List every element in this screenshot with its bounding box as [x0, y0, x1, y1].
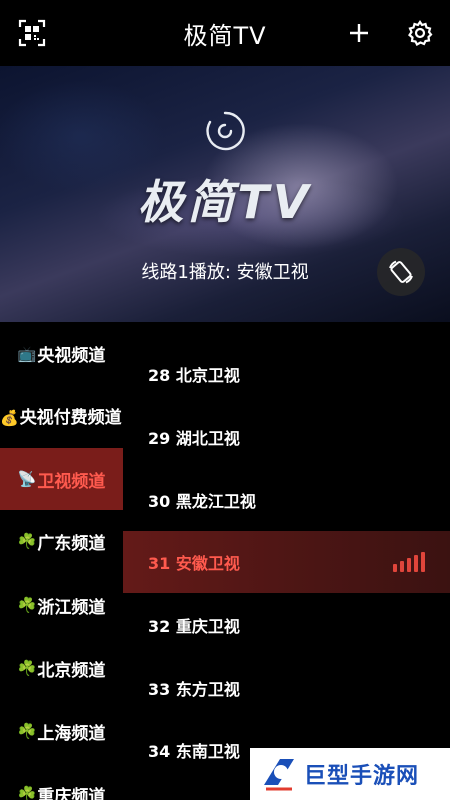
category-item[interactable]: ☘️ 上海频道	[0, 700, 123, 762]
clover-icon: ☘️	[17, 659, 37, 677]
channel-label: 30 黑龙江卫视	[148, 492, 256, 511]
category-label: 上海频道	[37, 723, 106, 744]
tv-icon: 📺	[17, 344, 37, 363]
money-bag-icon: 💰	[0, 409, 19, 427]
gear-icon[interactable]	[404, 17, 436, 49]
clover-icon: ☘️	[17, 785, 37, 800]
channel-label: 31 安徽卫视	[148, 554, 240, 573]
category-item[interactable]: 💰央视付费频道	[0, 385, 123, 451]
playing-bars-icon	[393, 552, 425, 572]
category-label: 卫视频道	[37, 471, 106, 492]
channel-label: 33 东方卫视	[148, 680, 240, 699]
video-player[interactable]: 极简TV 线路1播放: 安徽卫视	[0, 66, 450, 322]
qr-scan-icon[interactable]	[16, 17, 48, 49]
category-label: 广东频道	[37, 533, 106, 554]
channel-item[interactable]: 32 重庆卫视	[123, 594, 450, 656]
channel-item[interactable]: 29 湖北卫视	[123, 406, 450, 468]
watermark-text: 巨型手游网	[304, 764, 420, 789]
category-item[interactable]: ☘️ 广东频道	[0, 510, 123, 572]
category-label: 重庆频道	[37, 786, 106, 800]
category-item[interactable]: ☘️ 浙江频道	[0, 574, 123, 636]
category-label: 北京频道	[37, 660, 106, 681]
watermark-badge: 巨型手游网	[250, 748, 450, 800]
category-label: 央视频道	[37, 346, 106, 366]
plus-icon[interactable]	[343, 17, 375, 49]
clover-icon: ☘️	[17, 596, 37, 614]
top-bar: 极简TV	[0, 0, 450, 66]
channel-item[interactable]: 28 北京卫视	[123, 343, 450, 405]
satellite-icon: 📡	[17, 470, 37, 488]
clover-icon: ☘️	[17, 532, 37, 550]
app-logo-icon	[206, 111, 245, 151]
channel-label: 34 东南卫视	[148, 742, 240, 761]
channel-label: 28 北京卫视	[148, 366, 240, 385]
screen-rotate-icon	[389, 260, 413, 284]
category-label: 央视付费频道	[19, 408, 122, 428]
clover-icon: ☘️	[17, 722, 37, 740]
channel-label: 29 湖北卫视	[148, 429, 240, 448]
channel-list: 28 北京卫视 29 湖北卫视 30 黑龙江卫视 31 安徽卫视 32 重庆卫视…	[123, 322, 450, 800]
app-title: 极简TV	[183, 21, 267, 50]
category-label: 浙江频道	[37, 597, 106, 618]
category-item[interactable]: ☘️ 重庆频道	[0, 763, 123, 800]
channel-item-active[interactable]: 31 安徽卫视	[123, 531, 450, 593]
player-brand-logo: 极简TV	[137, 175, 313, 229]
channel-item[interactable]: 33 东方卫视	[123, 657, 450, 719]
screen-rotate-button[interactable]	[377, 248, 425, 296]
category-item[interactable]: 📺 央视频道	[0, 322, 123, 385]
channel-item[interactable]: 30 黑龙江卫视	[123, 469, 450, 531]
watermark-logo-icon	[264, 759, 294, 791]
category-sidebar: 📺 央视频道 💰央视付费频道 📡 卫视频道 ☘️ 广东频道 ☘️ 浙江频道 ☘️ 北京频道…	[0, 322, 124, 800]
category-item[interactable]: ☘️ 北京频道	[0, 637, 123, 699]
channel-label: 32 重庆卫视	[148, 617, 240, 636]
category-label-wrap: 💰央视付费频道	[0, 405, 122, 431]
category-item-active[interactable]: 📡 卫视频道	[0, 448, 123, 510]
